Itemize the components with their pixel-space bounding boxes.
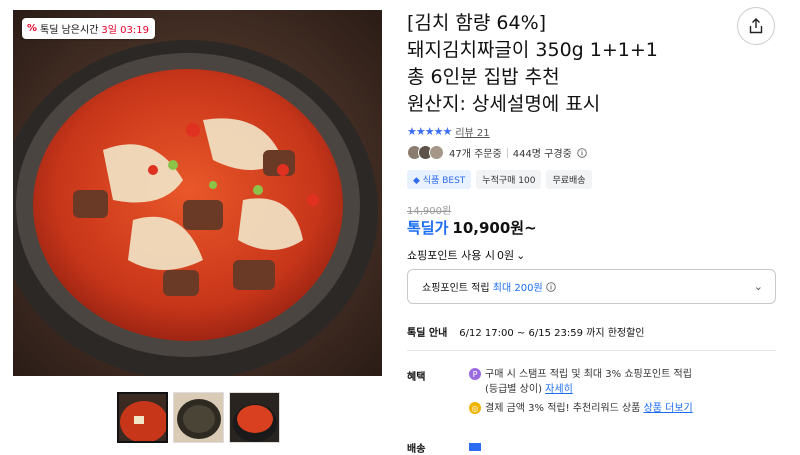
rating-stars: ★★★★★ <box>407 125 452 138</box>
original-price: 14,900원 <box>407 206 452 217</box>
point-accrual-max: 최대 200원 <box>492 283 543 294</box>
share-icon <box>749 18 763 34</box>
avatar <box>429 145 444 160</box>
chevron-down-icon: ⌄ <box>516 248 526 262</box>
deal-timer-value: 3일 03:19 <box>101 25 149 36</box>
benefit-text: 구매 시 스탬프 적립 및 최대 3% 쇼핑포인트 적립 <box>485 369 692 380</box>
deal-price: 10,900원~ <box>452 219 537 237</box>
ordering-count: 47개 주문중 <box>449 149 502 160</box>
point-accrual-dropdown[interactable]: 쇼핑포인트 적립 최대 200원 ⌄ <box>407 269 776 304</box>
tag-free-shipping: 무료배송 <box>546 170 592 189</box>
deal-timer-badge: % 톡딜 남은시간 3일 03:19 <box>22 18 155 39</box>
rating-row: ★★★★★ 리뷰 21 <box>407 124 490 139</box>
info-icon[interactable] <box>577 147 587 158</box>
benefit-text: 결제 금액 3% 적립! 추천리워드 상품 <box>485 403 641 414</box>
chevron-down-icon: ⌄ <box>753 280 763 293</box>
thumbnail-2[interactable] <box>173 392 224 443</box>
point-use-label: 쇼핑포인트 사용 시 <box>407 249 495 262</box>
benefit-subtext: (등급별 상이) <box>485 384 542 395</box>
buyer-activity: 47개 주문중 444명 구경중 <box>407 145 587 160</box>
subscriber-count: 444명 구경중 <box>512 149 572 160</box>
product-main-image: % 톡딜 남은시간 3일 03:19 <box>13 10 382 376</box>
deal-info-label: 톡딜 안내 <box>407 328 448 339</box>
point-accrual-label: 쇼핑포인트 적립 <box>422 283 490 294</box>
kimchi-stew-illustration <box>13 10 382 376</box>
share-button[interactable] <box>737 7 775 45</box>
more-products-link[interactable]: 상품 더보기 <box>644 403 693 414</box>
point-use-value: 0원 <box>496 249 515 262</box>
percent-icon: % <box>27 23 38 34</box>
deal-timer-label: 톡딜 남은시간 <box>40 25 99 36</box>
point-coin-icon: P <box>469 368 481 380</box>
reward-coin-icon: ◎ <box>469 402 481 414</box>
info-icon[interactable] <box>546 281 556 292</box>
deal-info: 톡딜 안내 6/12 17:00 ~ 6/15 23:59 까지 한정할인 <box>407 324 645 339</box>
tag-best: ◆ 식품 BEST <box>407 170 472 189</box>
review-count-link[interactable]: 리뷰 21 <box>455 124 489 139</box>
tag-cumulative: 누적구매 100 <box>476 170 542 189</box>
benefit-text-wrap: 구매 시 스탬프 적립 및 최대 3% 쇼핑포인트 적립 (등급별 상이) 자세… <box>485 367 692 397</box>
benefit-detail-link[interactable]: 자세히 <box>545 384 573 395</box>
tag-label: 식품 BEST <box>422 176 466 186</box>
thumbnail-1[interactable] <box>117 392 168 443</box>
divider <box>506 147 508 158</box>
benefit-text-wrap: 결제 금액 3% 적립! 추천리워드 상품 상품 더보기 <box>485 401 693 416</box>
price-row: 톡딜가 10,900원~ <box>407 217 537 238</box>
benefits-label: 혜택 <box>407 372 426 383</box>
benefit-item: P 구매 시 스탬프 적립 및 최대 3% 쇼핑포인트 적립 (등급별 상이) … <box>469 367 692 397</box>
point-use-toggle[interactable]: 쇼핑포인트 사용 시 0원 ⌄ <box>407 247 525 263</box>
benefit-item: ◎ 결제 금액 3% 적립! 추천리워드 상품 상품 더보기 <box>469 401 693 416</box>
deal-price-label: 톡딜가 <box>407 219 449 237</box>
thumbnail-strip <box>117 392 280 443</box>
product-title: [김치 함량 64%] 돼지김치짜글이 350g 1+1+1 총 6인분 집밥 … <box>407 12 658 115</box>
shipping-label: 배송 <box>407 444 426 455</box>
divider <box>407 350 776 351</box>
buyer-avatars <box>407 145 444 160</box>
deal-info-period: 6/12 17:00 ~ 6/15 23:59 까지 한정할인 <box>459 328 645 339</box>
thumbnail-3[interactable] <box>229 392 280 443</box>
tag-list: ◆ 식품 BEST 누적구매 100 무료배송 <box>407 170 592 189</box>
